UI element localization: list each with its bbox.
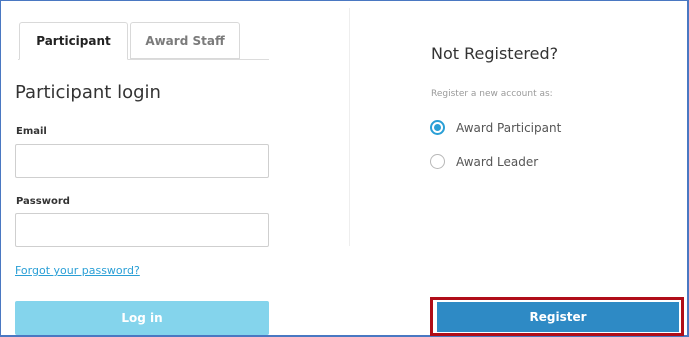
register-title: Not Registered? — [431, 44, 559, 63]
radio-option-award-leader[interactable]: Award Leader — [430, 154, 538, 169]
login-title: Participant login — [15, 82, 161, 103]
email-label: Email — [16, 126, 47, 137]
radio-button-unchecked[interactable] — [430, 154, 445, 169]
register-subtitle: Register a new account as: — [431, 89, 553, 99]
login-button[interactable]: Log in — [15, 301, 269, 335]
panel-divider — [349, 8, 350, 246]
radio-button-checked[interactable] — [430, 120, 445, 135]
password-label: Password — [16, 196, 70, 207]
tab-participant[interactable]: Participant — [19, 22, 128, 60]
radio-label: Award Participant — [456, 120, 562, 135]
radio-label: Award Leader — [456, 154, 539, 169]
password-field[interactable] — [15, 213, 269, 247]
register-button[interactable]: Register — [437, 302, 679, 332]
tab-award-staff[interactable]: Award Staff — [130, 22, 240, 59]
forgot-password-link[interactable]: Forgot your password? — [15, 264, 140, 277]
email-field[interactable] — [15, 144, 269, 178]
radio-option-award-participant[interactable]: Award Participant — [430, 120, 561, 135]
